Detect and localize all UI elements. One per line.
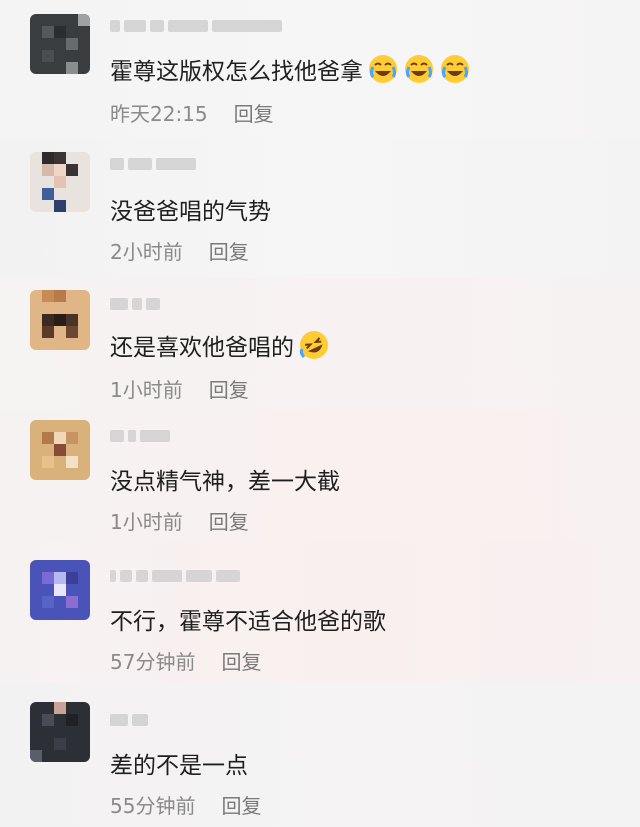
timestamp: 1小时前 [110,378,183,402]
timestamp: 1小时前 [110,510,183,534]
comment-text-content: 差的不是一点 [110,753,248,779]
username-blurred[interactable] [110,568,240,584]
comment-text: 差的不是一点 [110,746,248,780]
comment-item: 没爸爸唱的气势 2小时前 回复 [0,138,640,278]
reply-button[interactable]: 回复 [209,506,249,535]
comment-text-content: 不行，霍尊不适合他爸的歌 [110,609,386,635]
reply-button[interactable]: 回复 [221,790,261,819]
crying-laughing-icon [403,53,435,85]
comment-item: 没点精气神，差一大截 1小时前 回复 [0,410,640,542]
avatar[interactable] [30,290,90,350]
comment-text: 没爸爸唱的气势 [110,192,271,226]
reply-button[interactable]: 回复 [209,374,249,403]
username-blurred[interactable] [110,428,170,444]
crying-laughing-icon [439,53,471,85]
avatar[interactable] [30,14,90,74]
timestamp: 2小时前 [110,240,183,264]
comment-text-content: 没爸爸唱的气势 [110,199,271,225]
timestamp: 55分钟前 [110,794,196,818]
timestamp: 57分钟前 [110,650,196,674]
comment-meta: 1小时前 回复 [110,374,249,403]
timestamp: 昨天22:15 [110,102,208,126]
comment-item: 不行，霍尊不适合他爸的歌 57分钟前 回复 [0,542,640,682]
comment-item: 还是喜欢他爸唱的 1小时前 回复 [0,278,640,410]
avatar[interactable] [30,152,90,212]
username-blurred[interactable] [110,156,196,172]
comment-meta: 2小时前 回复 [110,236,249,265]
comment-meta: 昨天22:15 回复 [110,98,274,127]
comment-text-content: 还是喜欢他爸唱的 [110,335,294,361]
reply-button[interactable]: 回复 [221,646,261,675]
reply-button[interactable]: 回复 [234,98,274,127]
comment-item: 霍尊这版权怎么找他爸拿 昨天22:15 回复 [0,0,640,138]
comment-text-content: 没点精气神，差一大截 [110,469,340,495]
reply-button[interactable]: 回复 [209,236,249,265]
comment-meta: 1小时前 回复 [110,506,249,535]
comment-meta: 55分钟前 回复 [110,790,261,819]
avatar[interactable] [30,420,90,480]
avatar[interactable] [30,702,90,762]
username-blurred[interactable] [110,18,282,34]
comment-item: 差的不是一点 55分钟前 回复 [0,682,640,827]
avatar[interactable] [30,560,90,620]
comment-text: 没点精气神，差一大截 [110,462,340,496]
comment-list: 霍尊这版权怎么找他爸拿 昨天22:15 回复 没爸爸唱的气势 2小时前 回复 还… [0,0,640,827]
comment-meta: 57分钟前 回复 [110,646,261,675]
comment-text: 还是喜欢他爸唱的 [110,328,330,362]
rolling-laughing-icon [298,329,330,361]
username-blurred[interactable] [110,712,148,728]
crying-laughing-icon [367,53,399,85]
username-blurred[interactable] [110,296,160,312]
comment-text-content: 霍尊这版权怎么找他爸拿 [110,59,363,85]
comment-text: 霍尊这版权怎么找他爸拿 [110,52,471,86]
comment-text: 不行，霍尊不适合他爸的歌 [110,602,386,636]
